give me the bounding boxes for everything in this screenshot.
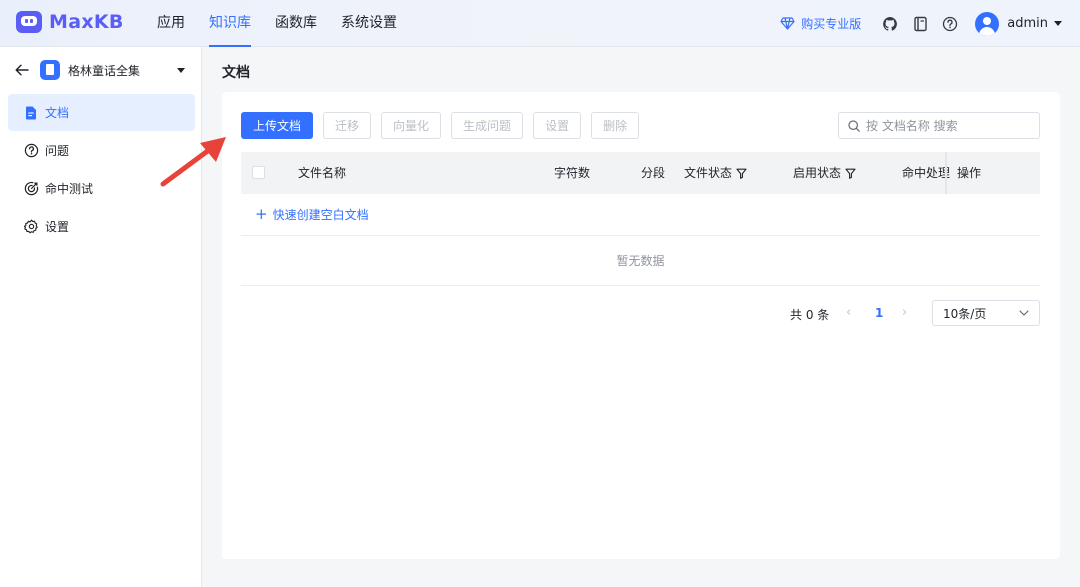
logo-icon (16, 11, 42, 33)
column-enable-status: 启用状态 (793, 152, 856, 194)
sidebar-item-label: 问题 (45, 144, 70, 158)
gear-icon (23, 219, 39, 235)
page-size-value: 10条/页 (943, 306, 987, 321)
user-name: admin (1007, 16, 1048, 31)
sidebar: 格林童话全集 文档 问题 命中测试 设置 (0, 47, 202, 587)
settings-button[interactable]: 设置 (533, 112, 582, 139)
next-page-icon[interactable]: › (902, 305, 907, 320)
nav-item-apps[interactable]: 应用 (157, 0, 185, 47)
page-number[interactable]: 1 (875, 306, 883, 320)
total-count: 共 0 条 (790, 308, 830, 322)
delete-button[interactable]: 删除 (591, 112, 640, 139)
sidebar-item-label: 设置 (45, 220, 70, 234)
table-header: 文件名称 字符数 分段 文件状态 启用状态 命中处理 操作 (241, 152, 1040, 194)
main-nav: 应用 知识库 函数库 系统设置 (145, 0, 409, 47)
pagination: 共 0 条 ‹ 1 › 10条/页 (222, 300, 1060, 326)
column-file-status: 文件状态 (684, 152, 747, 194)
filter-icon[interactable] (736, 168, 747, 179)
nav-item-knowledge[interactable]: 知识库 (209, 0, 251, 47)
toolbar: 上传文档 迁移 向量化 生成问题 设置 删除 (241, 112, 649, 139)
back-arrow-icon[interactable] (14, 62, 30, 78)
migrate-button[interactable]: 迁移 (323, 112, 372, 139)
column-divider (945, 152, 947, 194)
column-char-count: 字符数 (554, 166, 591, 180)
search-input[interactable] (866, 118, 1036, 133)
nav-item-system-settings[interactable]: 系统设置 (341, 0, 397, 47)
vectorize-button[interactable]: 向量化 (381, 112, 442, 139)
manual-book-icon[interactable] (910, 14, 930, 34)
column-segments: 分段 (641, 166, 666, 180)
sidebar-item-documents[interactable]: 文档 (8, 94, 195, 131)
question-icon (23, 143, 39, 159)
top-bar: MaxKB 应用 知识库 函数库 系统设置 购买专业版 admin (0, 0, 1080, 47)
chevron-down-icon (1019, 310, 1029, 316)
kb-switch-caret-icon[interactable] (177, 68, 185, 73)
column-file-name: 文件名称 (298, 166, 347, 180)
logo[interactable]: MaxKB (16, 11, 124, 33)
documents-panel: 上传文档 迁移 向量化 生成问题 设置 删除 文件名称 字符数 分段 文件状态 … (222, 92, 1060, 559)
quick-create-row: + 快速创建空白文档 (241, 194, 1040, 236)
quick-create-link[interactable]: + 快速创建空白文档 (255, 206, 369, 223)
header-actions: 购买专业版 admin (780, 0, 1062, 47)
generate-questions-button[interactable]: 生成问题 (451, 112, 524, 139)
select-all-checkbox[interactable] (252, 166, 265, 179)
help-icon[interactable] (940, 14, 960, 34)
sidebar-item-label: 文档 (45, 106, 70, 120)
search-icon (848, 119, 860, 132)
user-menu[interactable]: admin (975, 11, 1062, 36)
github-icon[interactable] (880, 14, 900, 34)
prev-page-icon[interactable]: ‹ (846, 305, 851, 320)
sidebar-item-settings[interactable]: 设置 (8, 208, 195, 245)
knowledge-base-icon (40, 60, 60, 80)
buy-pro-label: 购买专业版 (801, 17, 862, 31)
kb-header: 格林童话全集 (0, 47, 202, 93)
annotation-arrow-icon (160, 137, 226, 187)
target-icon (23, 181, 39, 197)
empty-state: 暂无数据 (241, 236, 1040, 286)
documents-table: 文件名称 字符数 分段 文件状态 启用状态 命中处理 操作 + 快速创建空白文档… (241, 152, 1040, 286)
diamond-icon (780, 17, 795, 30)
caret-down-icon (1054, 21, 1062, 26)
page-size-select[interactable]: 10条/页 (932, 300, 1040, 326)
sidebar-item-label: 命中测试 (45, 182, 94, 196)
avatar (975, 11, 1000, 36)
quick-create-label: 快速创建空白文档 (272, 208, 369, 222)
search-box[interactable] (838, 112, 1040, 139)
upload-document-button[interactable]: 上传文档 (241, 112, 314, 139)
page-title: 文档 (222, 65, 250, 81)
logo-text: MaxKB (49, 11, 124, 33)
column-actions: 操作 (957, 166, 982, 180)
plus-icon: + (255, 205, 268, 223)
kb-name: 格林童话全集 (68, 63, 141, 78)
nav-item-functions[interactable]: 函数库 (275, 0, 317, 47)
buy-pro-link[interactable]: 购买专业版 (780, 15, 861, 32)
document-icon (23, 105, 39, 121)
column-hit-handling: 命中处理 (902, 166, 951, 180)
filter-icon[interactable] (845, 168, 856, 179)
